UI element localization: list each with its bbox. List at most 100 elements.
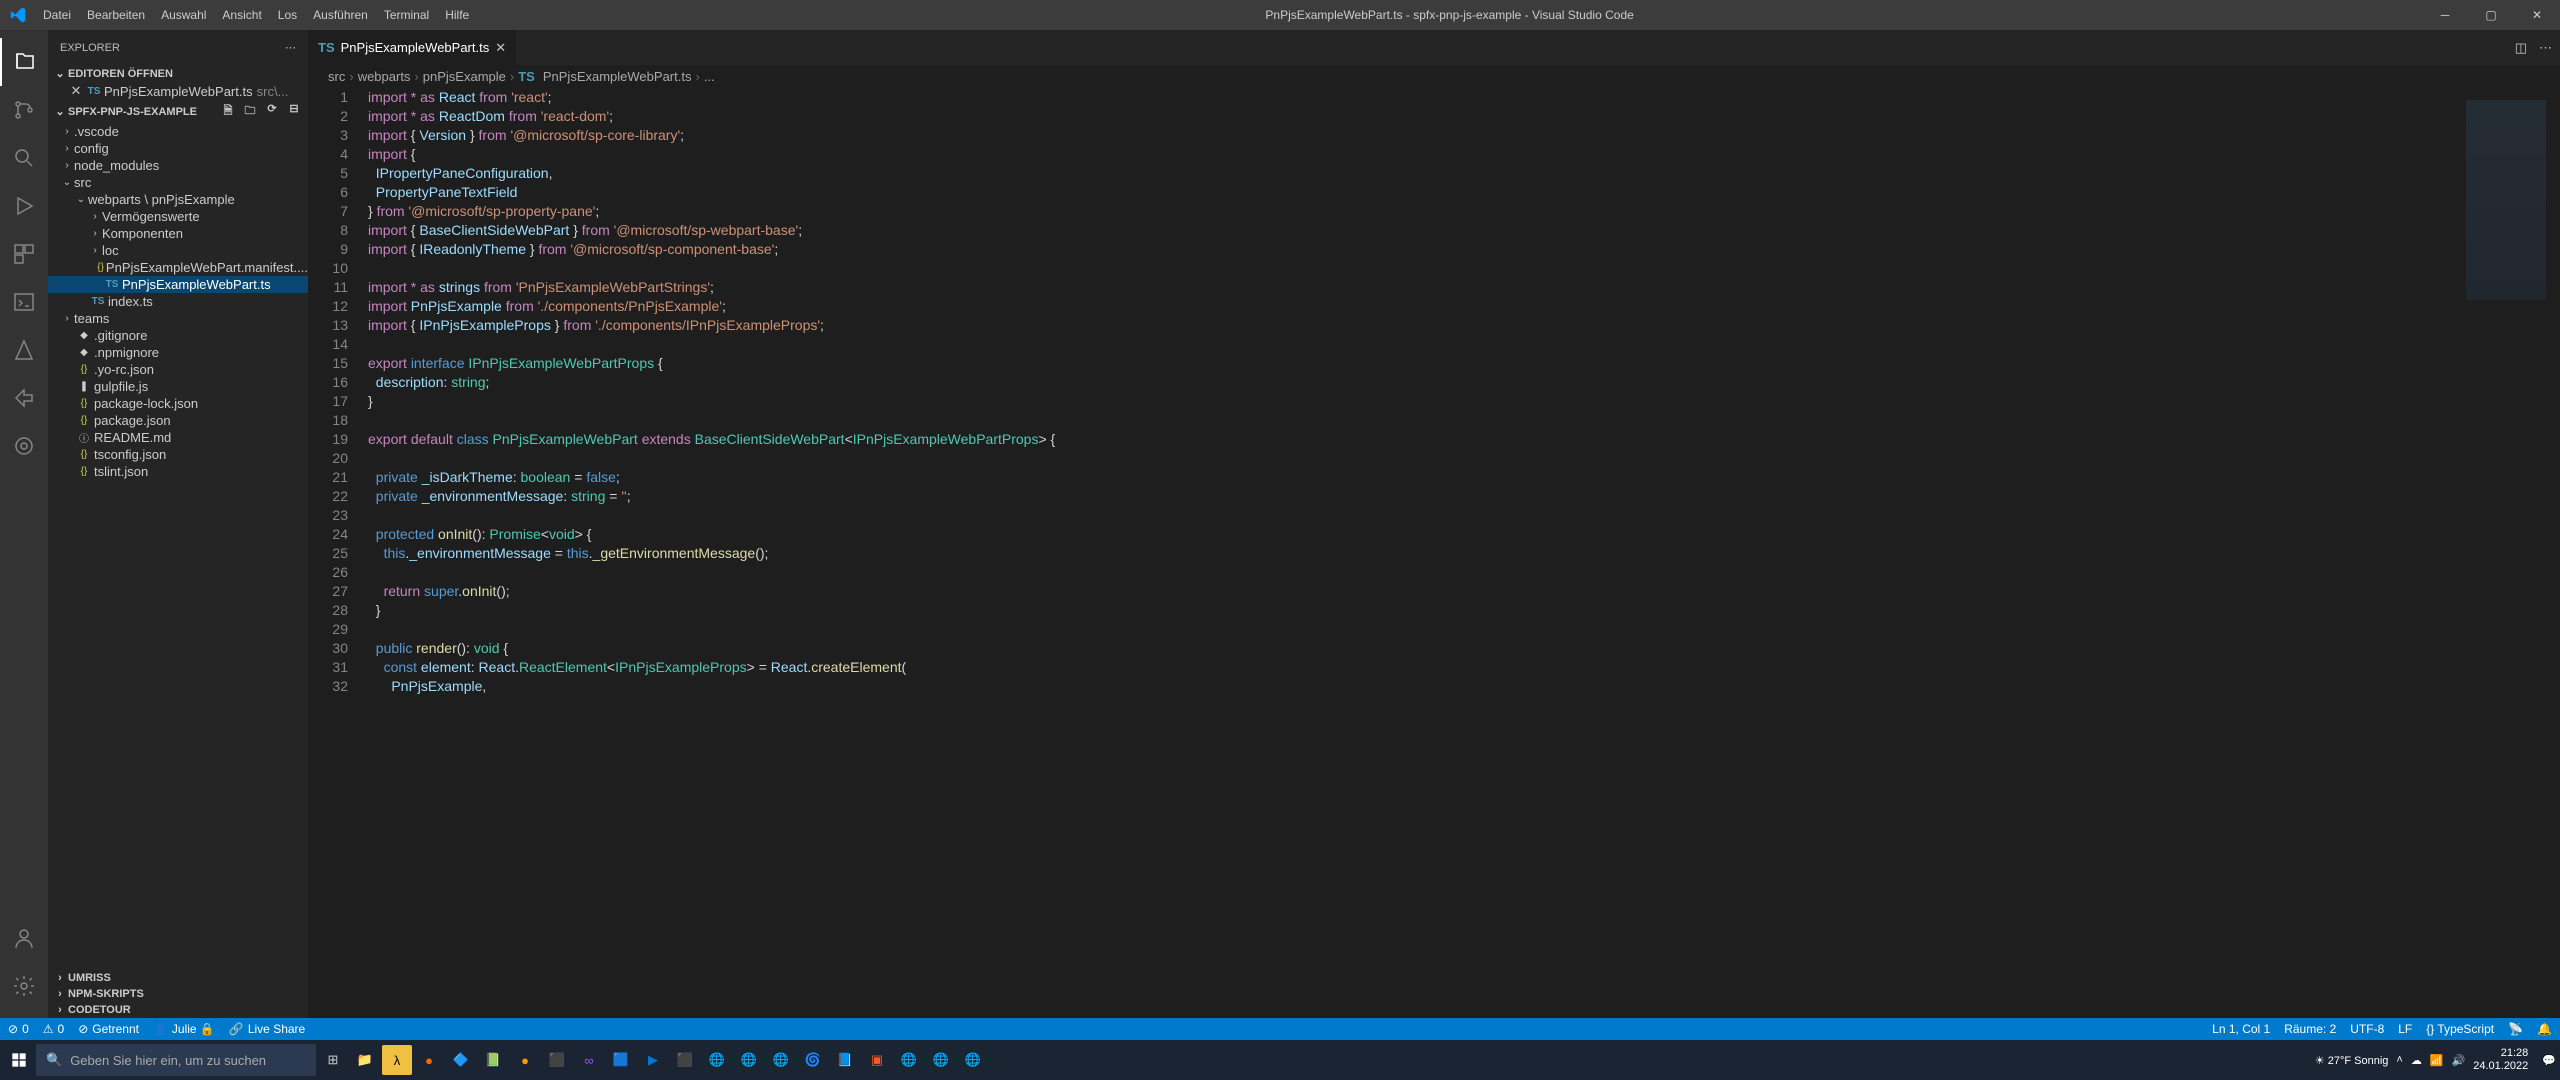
menu-bearbeiten[interactable]: Bearbeiten bbox=[79, 0, 153, 30]
menu-ansicht[interactable]: Ansicht bbox=[214, 0, 269, 30]
status-item[interactable]: Räume: 2 bbox=[2284, 1022, 2336, 1036]
section-npm-skripts[interactable]: ›NPM-SKRIPTS bbox=[48, 986, 308, 1002]
file-item[interactable]: {}tslint.json bbox=[48, 463, 308, 480]
app-icon-1[interactable]: 📁 bbox=[350, 1045, 380, 1075]
app-icon-4[interactable]: 🔷 bbox=[446, 1045, 476, 1075]
refresh-icon[interactable]: ⟳ bbox=[262, 102, 282, 121]
file-item[interactable]: ◆.gitignore bbox=[48, 327, 308, 344]
file-item[interactable]: TSPnPjsExampleWebPart.ts bbox=[48, 276, 308, 293]
terminal-icon[interactable] bbox=[0, 278, 48, 326]
app-icon-2[interactable]: λ bbox=[382, 1045, 412, 1075]
chrome-icon-3[interactable]: 🌐 bbox=[766, 1045, 796, 1075]
app-icon-6[interactable]: ● bbox=[510, 1045, 540, 1075]
collapse-icon[interactable]: ⊟ bbox=[284, 102, 304, 121]
tray-chevron-icon[interactable]: ˄ bbox=[2396, 1054, 2402, 1066]
codetour-icon[interactable] bbox=[0, 422, 48, 470]
project-header[interactable]: ⌄SPFX-PNP-JS-EXAMPLE 🗎 🗀 ⟳ ⊟ bbox=[48, 100, 308, 123]
chrome-icon-1[interactable]: 🌐 bbox=[702, 1045, 732, 1075]
code-content[interactable]: import * as React from 'react';import * … bbox=[368, 88, 2560, 1018]
account-icon[interactable] bbox=[0, 914, 48, 962]
status-item[interactable]: LF bbox=[2398, 1022, 2412, 1036]
tray-network-icon[interactable]: 📶 bbox=[2430, 1054, 2444, 1067]
app-icon-5[interactable]: 📗 bbox=[478, 1045, 508, 1075]
terminal-taskbar-icon[interactable]: ▶ bbox=[638, 1045, 668, 1075]
maximize-button[interactable]: ▢ bbox=[2468, 0, 2514, 30]
close-icon[interactable]: ✕ bbox=[68, 83, 84, 99]
app-icon-10[interactable]: ▣ bbox=[862, 1045, 892, 1075]
section-codetour[interactable]: ›CODETOUR bbox=[48, 1002, 308, 1018]
folder-item[interactable]: ⌄webparts \ pnPjsExample bbox=[48, 191, 308, 208]
app-icon-3[interactable]: ● bbox=[414, 1045, 444, 1075]
file-item[interactable]: ⓘREADME.md bbox=[48, 429, 308, 446]
chrome-icon-2[interactable]: 🌐 bbox=[734, 1045, 764, 1075]
file-item[interactable]: {}PnPjsExampleWebPart.manifest.... bbox=[48, 259, 308, 276]
app-icon-12[interactable]: 🌐 bbox=[958, 1045, 988, 1075]
folder-item[interactable]: ›loc bbox=[48, 242, 308, 259]
taskbar-search[interactable]: 🔍 Geben Sie hier ein, um zu suchen bbox=[36, 1044, 316, 1076]
app-icon-9[interactable]: 📘 bbox=[830, 1045, 860, 1075]
taskbar-clock[interactable]: 21:28 24.01.2022 bbox=[2473, 1047, 2534, 1073]
file-item[interactable]: ◆.npmignore bbox=[48, 344, 308, 361]
file-item[interactable]: TSindex.ts bbox=[48, 293, 308, 310]
new-folder-icon[interactable]: 🗀 bbox=[240, 102, 260, 121]
menu-datei[interactable]: Datei bbox=[35, 0, 79, 30]
menu-auswahl[interactable]: Auswahl bbox=[153, 0, 214, 30]
explorer-icon[interactable] bbox=[0, 38, 48, 86]
file-item[interactable]: {}package-lock.json bbox=[48, 395, 308, 412]
editor-tab[interactable]: TS PnPjsExampleWebPart.ts ✕ bbox=[308, 30, 517, 65]
tab-close-icon[interactable]: ✕ bbox=[495, 40, 506, 56]
editor-more-icon[interactable]: ⋯ bbox=[2539, 40, 2552, 56]
status-item[interactable]: UTF-8 bbox=[2350, 1022, 2384, 1036]
app-icon-11[interactable]: 🌐 bbox=[894, 1045, 924, 1075]
menu-terminal[interactable]: Terminal bbox=[376, 0, 437, 30]
breadcrumb-segment[interactable]: webparts bbox=[358, 69, 411, 84]
breadcrumb-segment[interactable]: pnPjsExample bbox=[423, 69, 506, 84]
run-debug-icon[interactable] bbox=[0, 182, 48, 230]
new-file-icon[interactable]: 🗎 bbox=[218, 102, 238, 121]
minimap[interactable] bbox=[2466, 100, 2546, 300]
tray-onedrive-icon[interactable]: ☁ bbox=[2411, 1054, 2422, 1067]
file-item[interactable]: {}.yo-rc.json bbox=[48, 361, 308, 378]
app-icon-8[interactable]: ⬛ bbox=[670, 1045, 700, 1075]
menu-los[interactable]: Los bbox=[270, 0, 305, 30]
sidebar-more-icon[interactable]: ⋯ bbox=[285, 41, 296, 54]
status-item[interactable]: ⊘Getrennt bbox=[78, 1022, 139, 1036]
vs-taskbar-icon[interactable]: ∞ bbox=[574, 1045, 604, 1075]
status-item[interactable]: 🔗Live Share bbox=[229, 1022, 305, 1036]
section-umriss[interactable]: ›UMRISS bbox=[48, 970, 308, 986]
folder-item[interactable]: ⌄src bbox=[48, 174, 308, 191]
source-control-icon[interactable] bbox=[0, 86, 48, 134]
status-item[interactable]: 👤Julie 🔒 bbox=[153, 1022, 215, 1036]
folder-item[interactable]: ›node_modules bbox=[48, 157, 308, 174]
code-editor[interactable]: 1234567891011121314151617181920212223242… bbox=[308, 88, 2560, 1018]
edge-icon[interactable]: 🌀 bbox=[798, 1045, 828, 1075]
status-item[interactable]: 📡 bbox=[2508, 1022, 2523, 1036]
menu-ausführen[interactable]: Ausführen bbox=[305, 0, 376, 30]
start-button[interactable] bbox=[4, 1045, 34, 1075]
breadcrumb-segment[interactable]: PnPjsExampleWebPart.ts bbox=[543, 69, 692, 84]
tray-volume-icon[interactable]: 🔊 bbox=[2452, 1054, 2466, 1067]
split-editor-icon[interactable]: ◫ bbox=[2515, 40, 2527, 56]
status-item[interactable]: Ln 1, Col 1 bbox=[2212, 1022, 2270, 1036]
file-item[interactable]: {}package.json bbox=[48, 412, 308, 429]
chrome-icon-4[interactable]: 🌐 bbox=[926, 1045, 956, 1075]
breadcrumb-segment[interactable]: src bbox=[328, 69, 345, 84]
extensions-icon[interactable] bbox=[0, 230, 48, 278]
folder-item[interactable]: ›.vscode bbox=[48, 123, 308, 140]
breadcrumb-segment[interactable]: ... bbox=[704, 69, 715, 84]
notifications-icon[interactable]: 💬 bbox=[2542, 1054, 2556, 1067]
minimize-button[interactable]: ─ bbox=[2422, 0, 2468, 30]
breadcrumbs[interactable]: src›webparts›pnPjsExample›TSPnPjsExample… bbox=[308, 65, 2560, 88]
folder-item[interactable]: ›Vermögenswerte bbox=[48, 208, 308, 225]
vscode-taskbar-icon[interactable]: ⬛ bbox=[542, 1045, 572, 1075]
folder-item[interactable]: ›Komponenten bbox=[48, 225, 308, 242]
liveshare-icon[interactable] bbox=[0, 374, 48, 422]
status-item[interactable]: 🔔 bbox=[2537, 1022, 2552, 1036]
folder-item[interactable]: ›teams bbox=[48, 310, 308, 327]
open-editors-header[interactable]: ⌄EDITOREN ÖFFNEN bbox=[48, 65, 308, 82]
file-item[interactable]: {}tsconfig.json bbox=[48, 446, 308, 463]
close-button[interactable]: ✕ bbox=[2514, 0, 2560, 30]
weather-widget[interactable]: ☀ 27°F Sonnig bbox=[2315, 1054, 2389, 1067]
file-item[interactable]: ❚gulpfile.js bbox=[48, 378, 308, 395]
app-icon-7[interactable]: 🟦 bbox=[606, 1045, 636, 1075]
